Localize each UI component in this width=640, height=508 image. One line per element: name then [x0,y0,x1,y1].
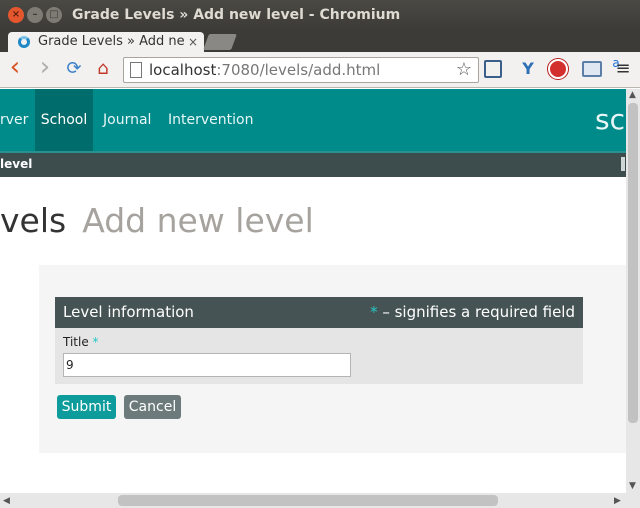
subnav-item-level[interactable]: level [0,157,32,171]
nav-item-school[interactable]: School [35,89,93,151]
home-icon[interactable]: ⌂ [92,58,114,80]
site-navbar: rver School Journal Intervention sc [0,89,626,151]
adblock-icon[interactable] [548,59,568,79]
screenshot-extension-icon[interactable] [582,61,602,77]
cast-icon[interactable] [484,60,502,78]
url-text: localhost:7080/levels/add.html [149,61,381,79]
subnav-edge-marker [621,157,625,171]
horizontal-scrollbar[interactable]: ◀ ▶ [0,493,626,508]
scroll-left-arrow-icon[interactable]: ◀ [3,496,10,506]
nav-item-intervention[interactable]: Intervention [168,89,253,151]
vertical-scroll-thumb[interactable] [628,103,638,423]
extension-y-icon[interactable]: Y [517,58,539,80]
bookmark-star-icon[interactable]: ☆ [456,59,472,80]
window-titlebar: × – □ Grade Levels » Add new level - Chr… [0,0,640,30]
title-field-label: Title * [63,335,99,349]
scrollbar-corner [626,493,640,508]
fieldset-header: Level information * – signifies a requir… [55,297,583,328]
reload-icon[interactable]: ⟳ [63,58,85,80]
page-title-main: vels [0,201,67,240]
nav-item-journal[interactable]: Journal [103,89,151,151]
nav-item-server[interactable]: rver [0,89,32,151]
new-tab-button[interactable] [203,34,237,50]
vertical-scrollbar[interactable]: ▲ ▼ [626,89,640,493]
loading-favicon-icon [18,36,30,48]
address-bar[interactable]: localhost:7080/levels/add.html ☆ [123,57,479,83]
menu-icon[interactable]: ≡ [612,58,634,80]
window-maximize-button[interactable]: □ [46,7,62,23]
browser-toolbar: ‹ › ⟳ ⌂ localhost:7080/levels/add.html ☆… [0,52,640,88]
fieldset-body: Title * [55,328,583,384]
sub-navbar: level [0,153,626,177]
tab-label: Grade Levels » Add ne [38,34,184,49]
window-minimize-button[interactable]: – [27,7,43,23]
horizontal-scroll-thumb[interactable] [118,495,498,506]
tab-strip: Grade Levels » Add ne × [0,30,640,54]
page-icon [130,62,142,78]
page-title-sub: Add new level [82,201,314,240]
cancel-button[interactable]: Cancel [124,395,181,419]
back-icon[interactable]: ‹ [4,54,26,80]
scroll-up-arrow-icon[interactable]: ▲ [629,90,636,100]
tab-close-icon[interactable]: × [188,35,198,49]
scroll-down-arrow-icon[interactable]: ▼ [629,481,636,491]
fieldset-title: Level information [63,303,194,321]
window-title: Grade Levels » Add new level - Chromium [72,7,401,23]
browser-tab[interactable]: Grade Levels » Add ne × [8,32,204,54]
submit-button[interactable]: Submit [57,395,116,419]
window-close-button[interactable]: × [8,7,24,23]
title-input[interactable] [63,353,351,377]
forward-icon[interactable]: › [34,54,56,80]
scroll-right-arrow-icon[interactable]: ▶ [614,496,621,506]
page-title: vels Add new level [0,201,314,240]
brand-logo-text: sc [595,103,625,136]
required-note: * – signifies a required field [370,303,575,321]
